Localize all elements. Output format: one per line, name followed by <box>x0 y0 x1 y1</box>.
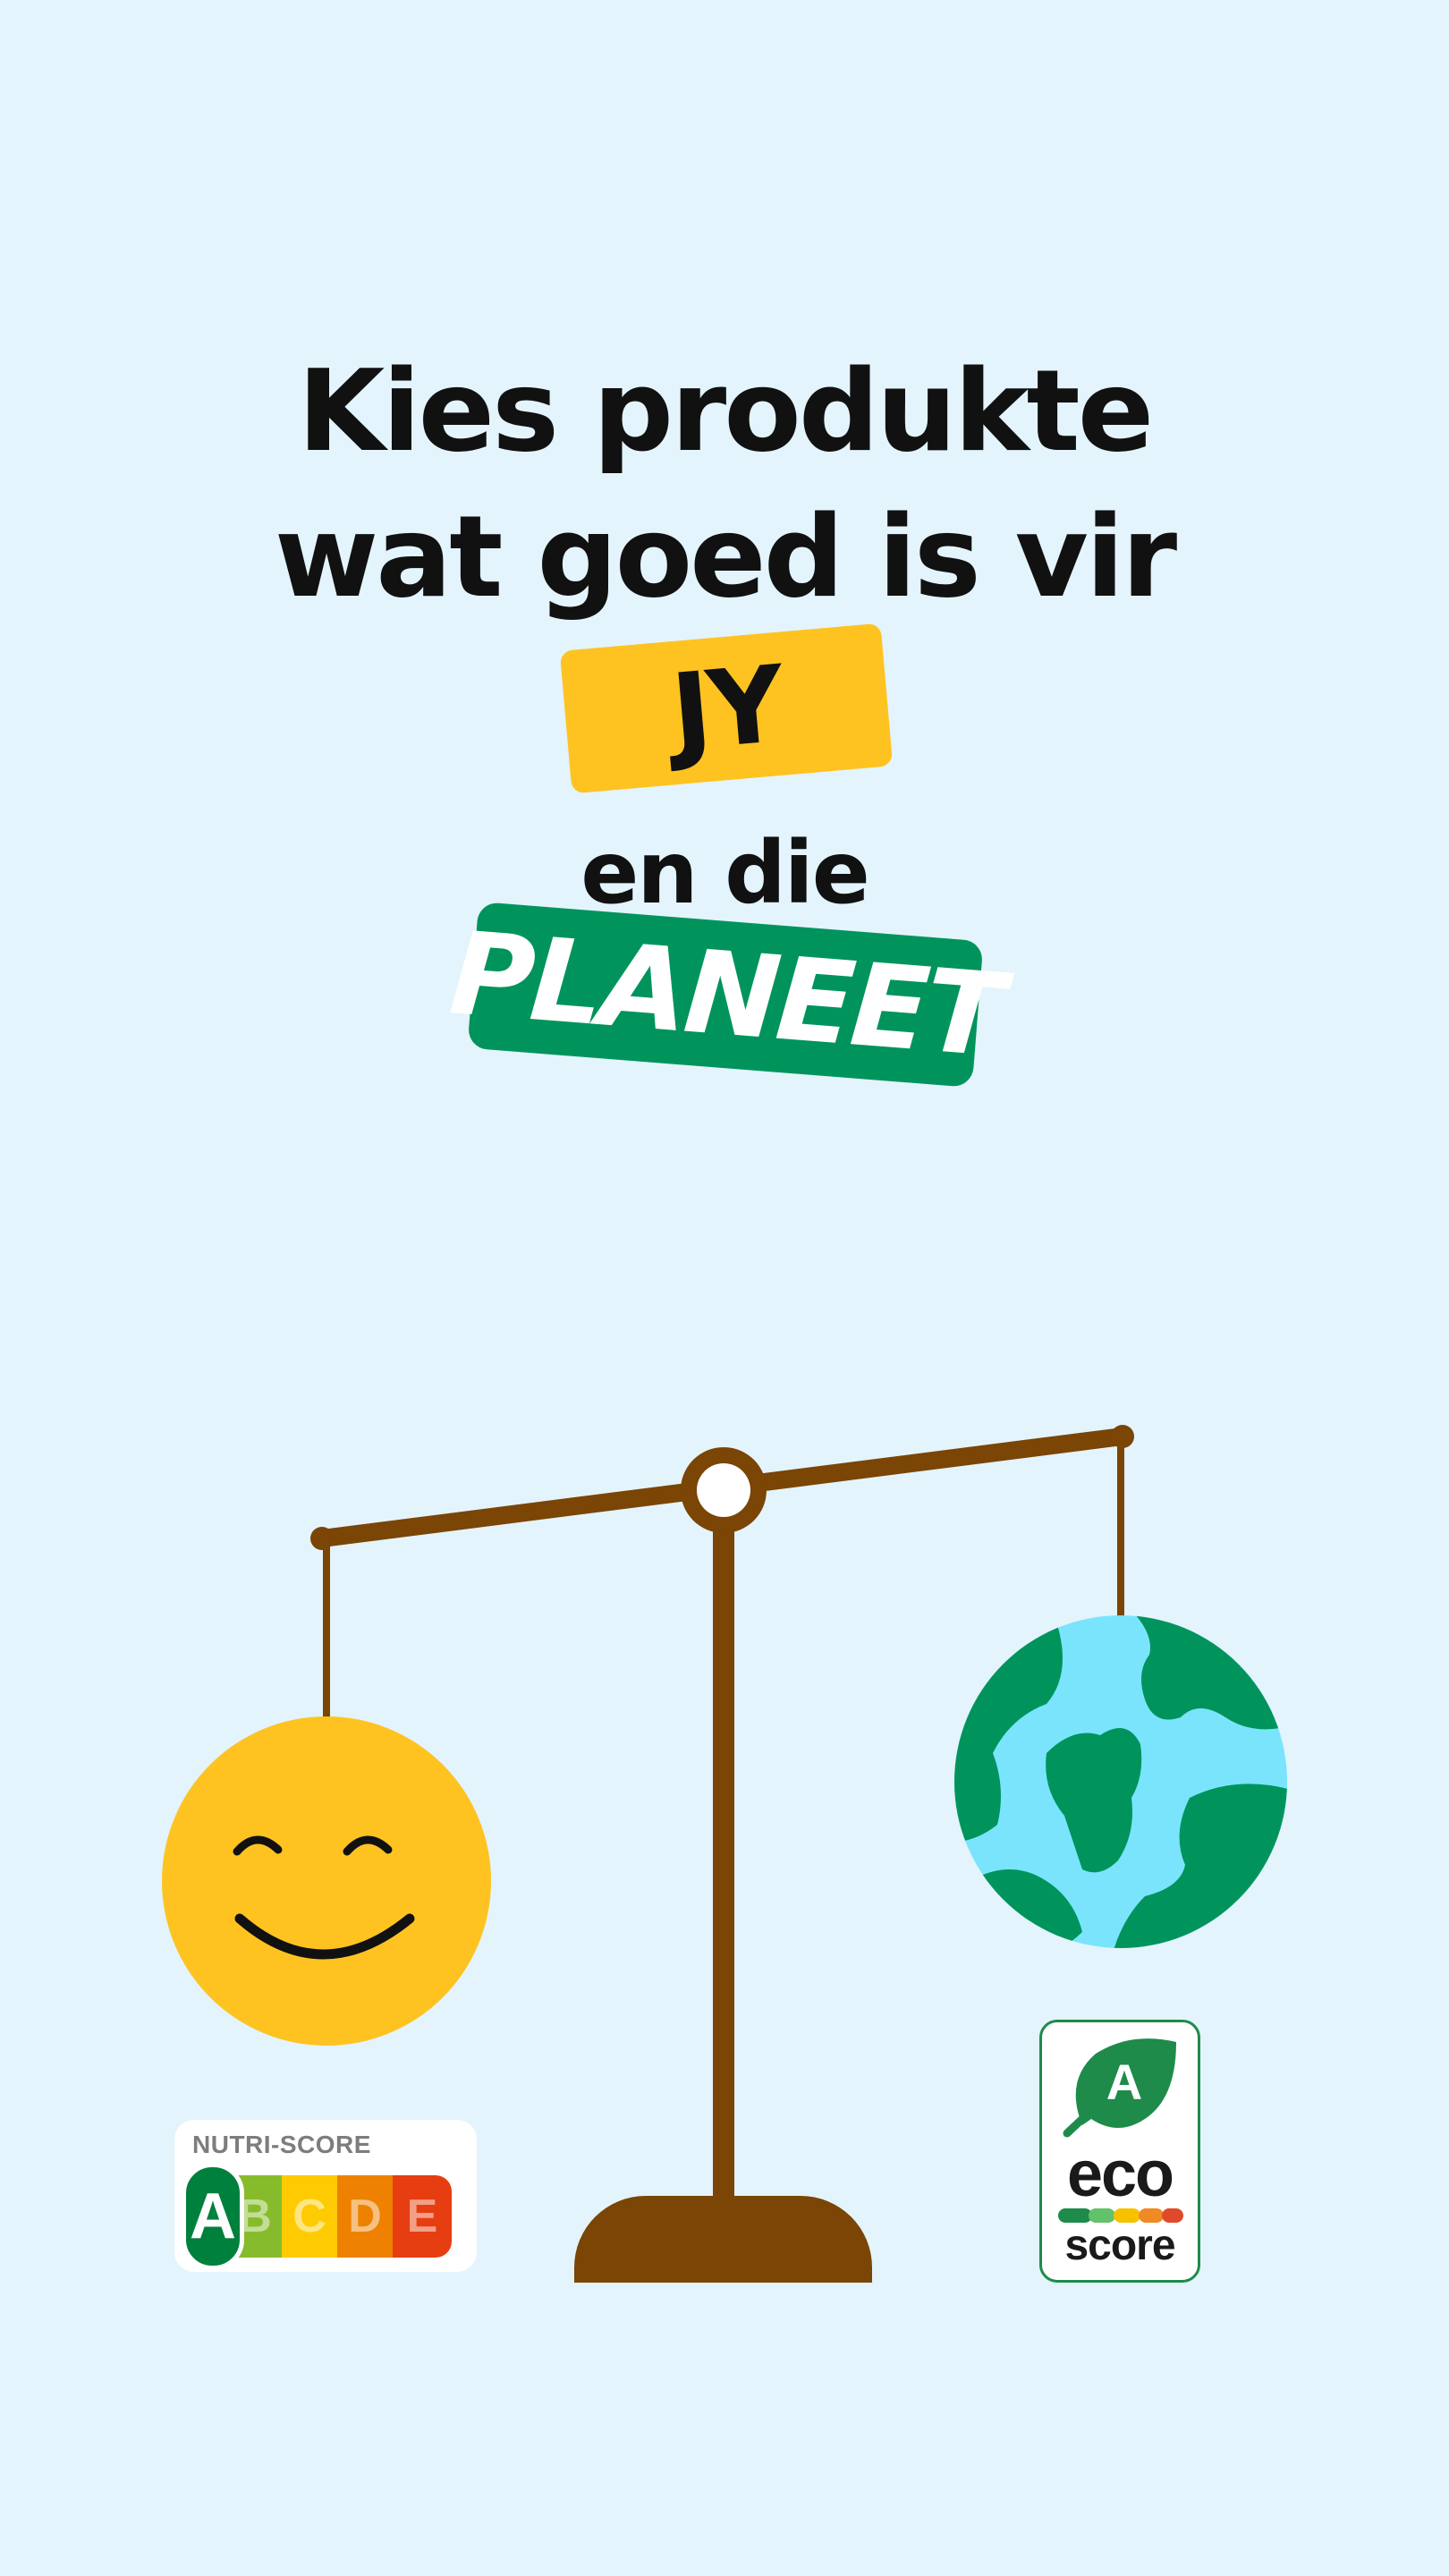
nutri-grade-c: C <box>282 2175 337 2258</box>
earth-globe-icon <box>954 1615 1287 1948</box>
score-word: score <box>1064 2222 1175 2269</box>
smiling-face-icon <box>162 1716 491 2046</box>
nutri-grade-a-selected: A <box>182 2163 244 2270</box>
eco-score-badge: A eco score <box>1039 2020 1200 2283</box>
nutri-grade-d: D <box>337 2175 393 2258</box>
eco-word: eco <box>1066 2139 1174 2210</box>
scale-post <box>713 1503 734 2209</box>
nutri-score-title: NUTRI-SCORE <box>192 2131 371 2158</box>
scale-base <box>574 2196 872 2283</box>
nutri-grade-e: E <box>393 2175 452 2258</box>
nutri-score-badge: NUTRI-SCORE B C D E A <box>174 2120 477 2272</box>
eco-grade: A <box>1106 2054 1142 2110</box>
leaf-icon: A <box>1063 2038 1176 2138</box>
